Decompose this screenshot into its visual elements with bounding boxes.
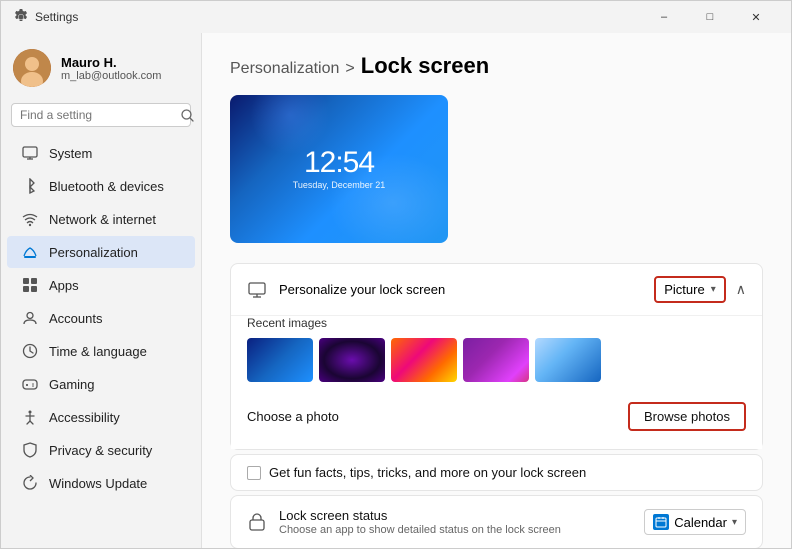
personalize-text: Personalize your lock screen xyxy=(279,282,642,297)
user-info: Mauro H. m_lab@outlook.com xyxy=(1,41,201,99)
browse-photos-button[interactable]: Browse photos xyxy=(628,402,746,431)
recent-images-label: Recent images xyxy=(247,316,746,330)
breadcrumb: Personalization > Lock screen xyxy=(230,53,763,79)
lock-status-icon xyxy=(247,512,267,532)
system-icon xyxy=(21,144,39,162)
lock-status-label: Lock screen status xyxy=(279,508,632,523)
maximize-button[interactable]: □ xyxy=(687,1,733,33)
lock-status-control: Calendar ▾ xyxy=(644,509,746,535)
personalize-dropdown[interactable]: Picture ▾ xyxy=(654,276,726,303)
recent-image-5[interactable] xyxy=(535,338,601,382)
user-email: m_lab@outlook.com xyxy=(61,70,161,82)
calendar-dropdown-value: Calendar xyxy=(674,515,727,530)
recent-image-3[interactable] xyxy=(391,338,457,382)
breadcrumb-parent: Personalization xyxy=(230,60,339,78)
lock-status-text: Lock screen status Choose an app to show… xyxy=(279,508,632,536)
app-content: Mauro H. m_lab@outlook.com Syste xyxy=(1,33,791,548)
sidebar-item-gaming-label: Gaming xyxy=(49,377,95,392)
sidebar-item-personalization[interactable]: Personalization xyxy=(7,236,195,268)
lock-time: 12:54 xyxy=(304,148,374,178)
search-input[interactable] xyxy=(20,108,175,122)
user-details: Mauro H. m_lab@outlook.com xyxy=(61,55,161,82)
personalize-dropdown-value: Picture xyxy=(664,282,704,297)
sidebar-item-privacy[interactable]: Privacy & security xyxy=(7,434,195,466)
lock-date: Tuesday, December 21 xyxy=(293,180,386,190)
apps-icon xyxy=(21,276,39,294)
gaming-icon xyxy=(21,375,39,393)
privacy-icon xyxy=(21,441,39,459)
lock-status-section: Lock screen status Choose an app to show… xyxy=(230,495,763,548)
monitor-icon xyxy=(247,280,267,300)
personalize-row: Personalize your lock screen Picture ▾ ∧ xyxy=(231,264,762,316)
calendar-dropdown[interactable]: Calendar ▾ xyxy=(644,509,746,535)
lock-screen-preview: 12:54 Tuesday, December 21 xyxy=(230,95,448,243)
search-icon xyxy=(181,109,194,122)
title-bar-title: Settings xyxy=(35,10,78,24)
chevron-down-icon: ▾ xyxy=(711,284,716,295)
lock-status-sublabel: Choose an app to show detailed status on… xyxy=(279,524,632,536)
fun-facts-checkbox[interactable] xyxy=(247,466,261,480)
sidebar-item-accounts-label: Accounts xyxy=(49,311,102,326)
title-bar: Settings – □ ✕ xyxy=(1,1,791,33)
bluetooth-icon xyxy=(21,177,39,195)
time-icon xyxy=(21,342,39,360)
choose-photo-row: Choose a photo Browse photos xyxy=(247,394,746,435)
title-bar-controls: – □ ✕ xyxy=(641,1,779,33)
sidebar-item-network-label: Network & internet xyxy=(49,212,156,227)
calendar-icon xyxy=(653,514,669,530)
update-icon xyxy=(21,474,39,492)
recent-image-4[interactable] xyxy=(463,338,529,382)
sidebar-item-accounts[interactable]: Accounts xyxy=(7,302,195,334)
choose-photo-label: Choose a photo xyxy=(247,409,339,424)
minimize-button[interactable]: – xyxy=(641,1,687,33)
sidebar-item-time[interactable]: Time & language xyxy=(7,335,195,367)
personalize-section: Personalize your lock screen Picture ▾ ∧… xyxy=(230,263,763,450)
sidebar-item-accessibility-label: Accessibility xyxy=(49,410,120,425)
personalize-expanded: Recent images Choose a photo Browse phot… xyxy=(231,316,762,449)
sidebar-item-system[interactable]: System xyxy=(7,137,195,169)
collapse-icon[interactable]: ∧ xyxy=(736,281,746,298)
personalize-label: Personalize your lock screen xyxy=(279,282,642,297)
calendar-chevron-icon: ▾ xyxy=(732,517,737,528)
settings-app-icon xyxy=(13,9,29,25)
recent-image-2[interactable] xyxy=(319,338,385,382)
sidebar-item-apps[interactable]: Apps xyxy=(7,269,195,301)
avatar xyxy=(13,49,51,87)
sidebar-item-time-label: Time & language xyxy=(49,344,147,359)
sidebar-item-gaming[interactable]: Gaming xyxy=(7,368,195,400)
sidebar-item-personalization-label: Personalization xyxy=(49,245,138,260)
lock-status-row: Lock screen status Choose an app to show… xyxy=(231,496,762,548)
accounts-icon xyxy=(21,309,39,327)
sidebar-item-bluetooth[interactable]: Bluetooth & devices xyxy=(7,170,195,202)
sidebar: Mauro H. m_lab@outlook.com Syste xyxy=(1,33,201,548)
close-button[interactable]: ✕ xyxy=(733,1,779,33)
accessibility-icon xyxy=(21,408,39,426)
sidebar-item-windows-update-label: Windows Update xyxy=(49,476,147,491)
recent-image-1[interactable] xyxy=(247,338,313,382)
sidebar-item-bluetooth-label: Bluetooth & devices xyxy=(49,179,164,194)
sidebar-item-network[interactable]: Network & internet xyxy=(7,203,195,235)
settings-window: Settings – □ ✕ xyxy=(0,0,792,549)
sidebar-item-accessibility[interactable]: Accessibility xyxy=(7,401,195,433)
fun-facts-label: Get fun facts, tips, tricks, and more on… xyxy=(269,465,586,480)
avatar-image xyxy=(13,49,51,87)
sidebar-item-system-label: System xyxy=(49,146,92,161)
breadcrumb-current: Lock screen xyxy=(361,53,489,79)
search-box[interactable] xyxy=(11,103,191,127)
avatar-illustration xyxy=(13,49,51,87)
fun-facts-row: Get fun facts, tips, tricks, and more on… xyxy=(230,454,763,491)
sidebar-item-windows-update[interactable]: Windows Update xyxy=(7,467,195,499)
personalization-icon xyxy=(21,243,39,261)
preview-overlay: 12:54 Tuesday, December 21 xyxy=(230,95,448,243)
sidebar-item-privacy-label: Privacy & security xyxy=(49,443,152,458)
main-content: Personalization > Lock screen 12:54 Tues… xyxy=(201,33,791,548)
sidebar-item-apps-label: Apps xyxy=(49,278,79,293)
network-icon xyxy=(21,210,39,228)
personalize-control: Picture ▾ ∧ xyxy=(654,276,746,303)
recent-images-row xyxy=(247,338,746,382)
user-name: Mauro H. xyxy=(61,55,161,70)
title-bar-left: Settings xyxy=(13,9,78,25)
breadcrumb-separator: > xyxy=(345,60,354,78)
